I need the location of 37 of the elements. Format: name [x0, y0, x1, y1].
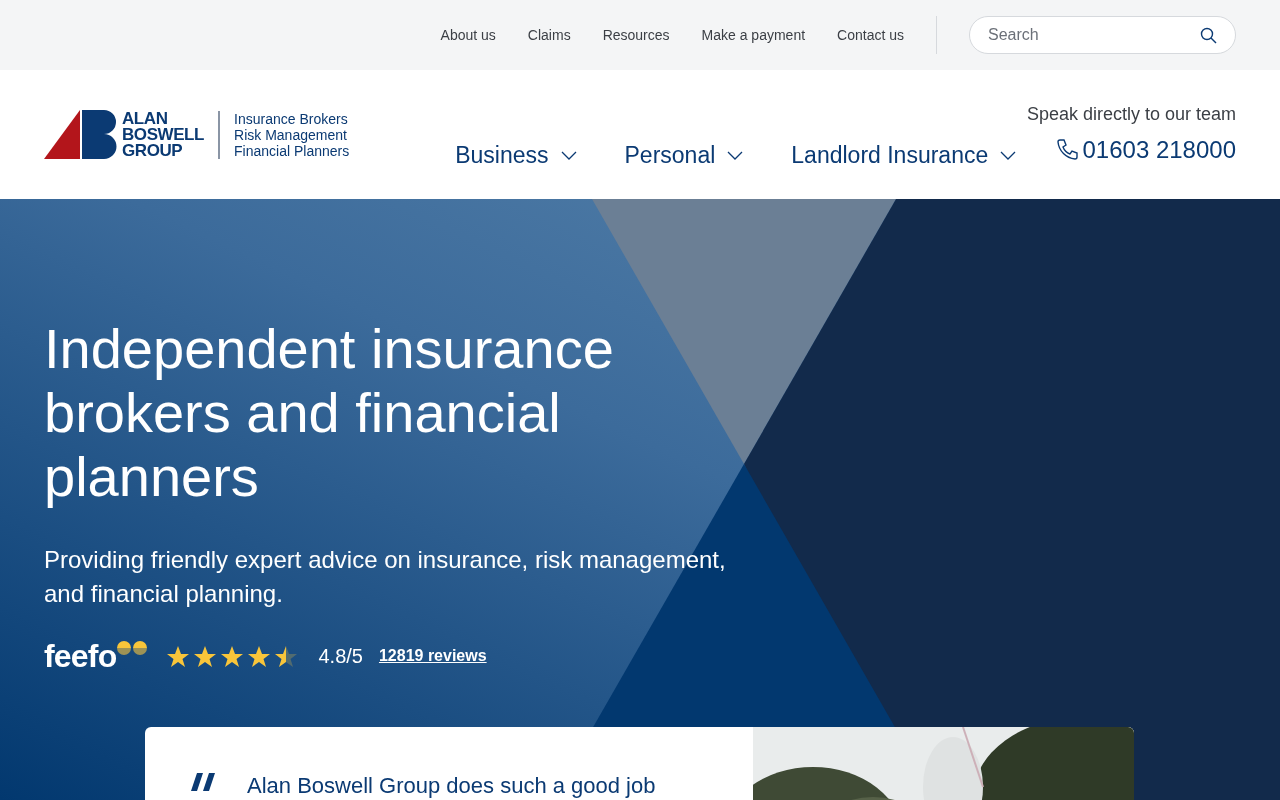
search-bar[interactable]: Search — [969, 16, 1236, 54]
testimonial-quote: Alan Boswell Group does such a good job — [247, 772, 656, 800]
search-field[interactable]: Search — [988, 23, 1200, 47]
star-icon — [193, 644, 218, 668]
logo-mark-icon — [44, 110, 118, 159]
logo-text: ALAN — [122, 110, 169, 127]
logo-tagline: Insurance Brokers — [234, 110, 349, 127]
top-nav-link[interactable]: Claims — [527, 24, 571, 46]
nav-menu-item[interactable]: Business — [455, 138, 577, 173]
phone-icon — [1054, 138, 1079, 162]
top-nav-link[interactable]: Resources — [602, 24, 670, 46]
star-icon — [274, 644, 299, 668]
contact-label: Speak directly to our team — [1026, 103, 1236, 126]
quote-icon — [191, 773, 215, 791]
search-icon[interactable] — [1200, 26, 1217, 44]
logo-tagline: Financial Planners — [234, 142, 350, 159]
phone-link[interactable]: 01603 218000 — [1054, 132, 1236, 168]
nav-menu-item[interactable]: Personal — [624, 138, 744, 173]
chevron-down-icon — [560, 151, 577, 160]
top-nav-link[interactable]: About us — [440, 24, 496, 46]
top-nav-link[interactable]: Make a payment — [701, 24, 806, 46]
logo-text: GROUP — [122, 142, 184, 159]
chevron-down-icon — [727, 151, 744, 160]
hero-title: Independent insurance brokers and financial planners — [44, 317, 615, 509]
rating-score: 4.8/5 — [318, 644, 363, 669]
star-icon — [247, 644, 272, 668]
hero-subtitle: Providing friendly expert advice on insurance, risk management, and financial planning. — [44, 545, 727, 609]
reviews-link[interactable]: 12819 reviews — [378, 644, 487, 668]
star-icon — [220, 644, 245, 668]
logo[interactable]: ALAN BOSWELL GROUP Insurance Brokers Risk Management Financial Planners — [44, 110, 350, 159]
chevron-down-icon — [1000, 151, 1017, 160]
top-nav-link[interactable]: Contact us — [837, 24, 904, 46]
logo-tagline: Risk Management — [234, 126, 348, 143]
logo-text: BOSWELL — [122, 126, 205, 143]
nav-menu-item[interactable]: Landlord Insurance — [791, 138, 1017, 173]
feefo-logo: feefo — [44, 641, 149, 671]
star-icon — [166, 644, 191, 668]
